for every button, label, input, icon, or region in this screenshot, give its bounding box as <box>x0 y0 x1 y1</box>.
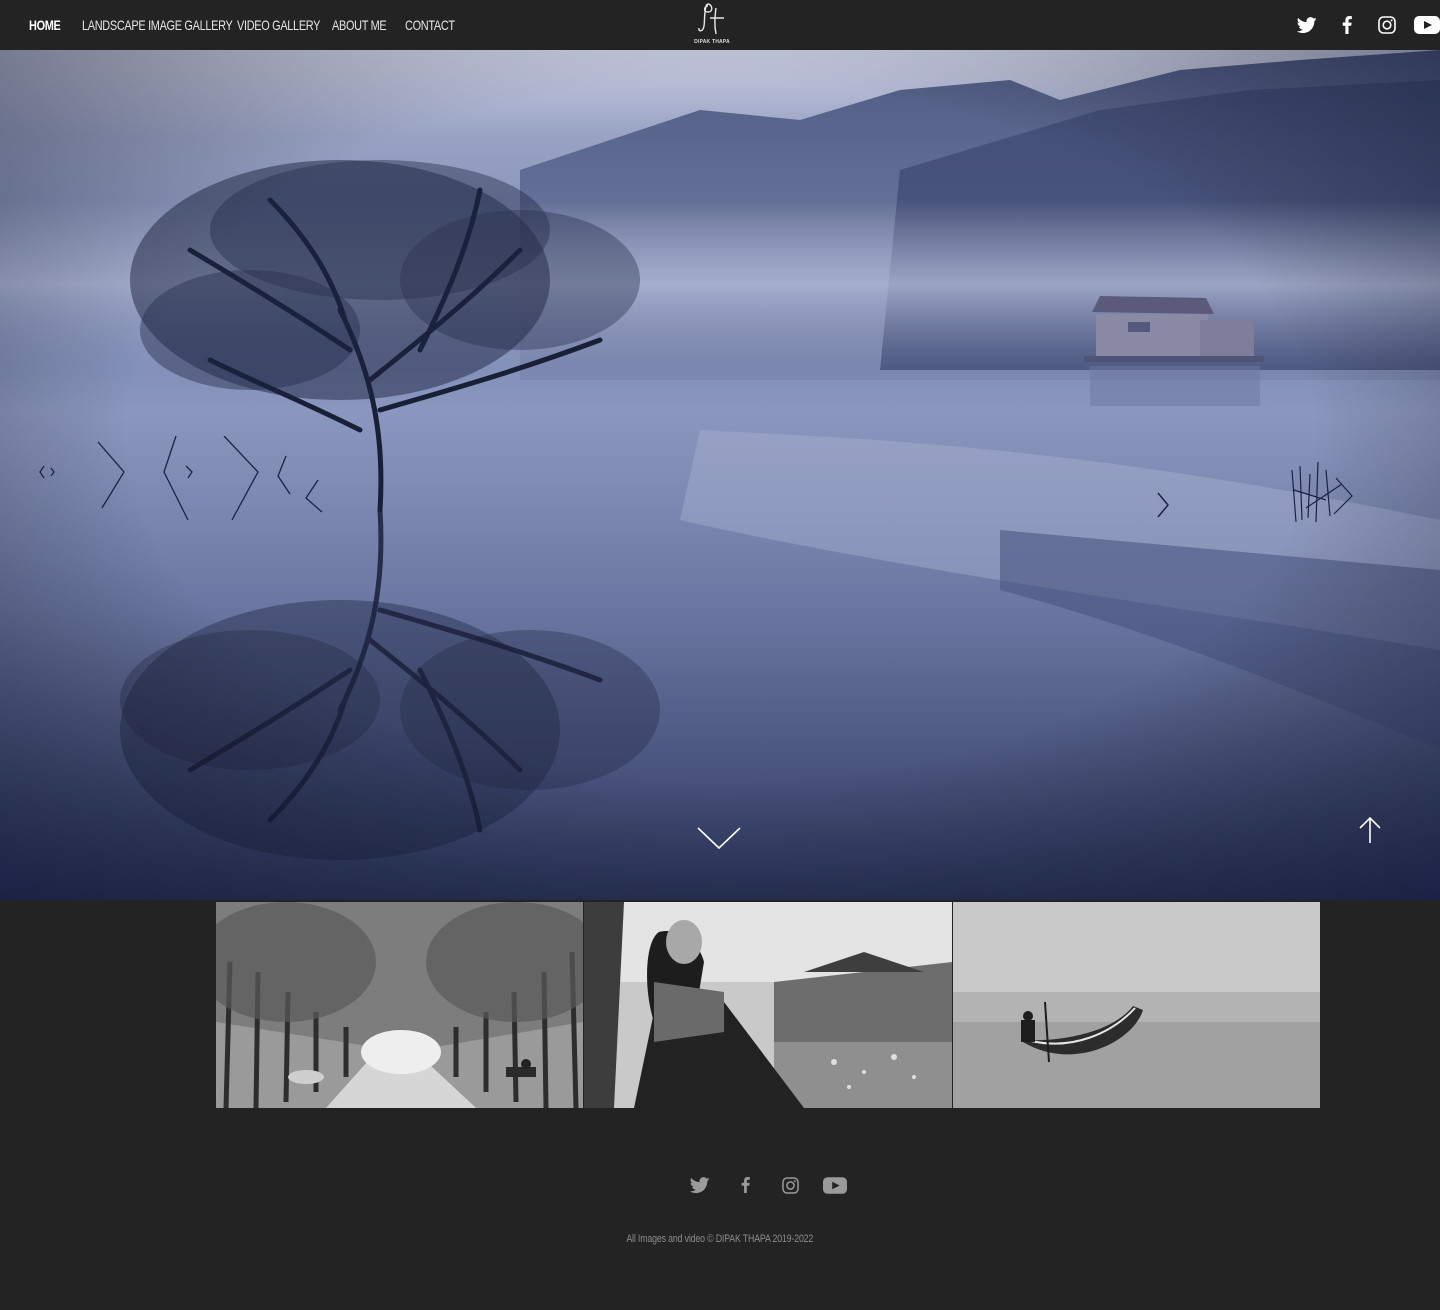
social-links-footer <box>686 1172 866 1198</box>
thumbnail-tree-road[interactable] <box>216 902 583 1108</box>
copyright-label: All Images and video © DIPAK THAPA 2019-… <box>626 1233 814 1245</box>
nav-item-video-gallery[interactable]: VIDEO GALLERY <box>237 17 320 33</box>
youtube-icon[interactable] <box>1414 12 1440 38</box>
logo-mark <box>698 3 724 35</box>
facebook-icon[interactable] <box>1334 12 1360 38</box>
top-bar: HOME LANDSCAPE IMAGE GALLERY VIDEO GALLE… <box>0 0 1440 50</box>
social-links-top <box>1280 12 1440 38</box>
chevron-down-icon[interactable] <box>696 826 742 852</box>
instagram-icon[interactable] <box>1374 12 1400 38</box>
copyright-text: All Images and video © DIPAK THAPA 2019-… <box>0 1233 1440 1245</box>
thumbnail-image <box>953 902 1320 1108</box>
twitter-icon[interactable] <box>686 1172 714 1198</box>
thumbnail-image <box>584 902 952 1108</box>
scroll-to-top-icon[interactable] <box>1358 816 1382 844</box>
thumbnail-woman-lake[interactable] <box>584 902 952 1108</box>
nav-item-about-me[interactable]: ABOUT ME <box>332 17 389 33</box>
prev-slide-controls[interactable] <box>36 436 336 526</box>
instagram-icon[interactable] <box>776 1172 804 1198</box>
main-nav: HOME LANDSCAPE IMAGE GALLERY VIDEO GALLE… <box>29 0 475 50</box>
thumbnail-strip <box>216 902 1320 1108</box>
youtube-icon[interactable] <box>821 1172 849 1198</box>
site-logo[interactable]: DIPAK THAPA <box>694 2 730 48</box>
nav-item-home[interactable]: HOME <box>29 17 70 33</box>
twitter-icon[interactable] <box>1294 12 1320 38</box>
nav-item-contact[interactable]: CONTACT <box>405 17 460 33</box>
reeds-icon <box>1291 461 1353 523</box>
thumbnail-boatman[interactable] <box>953 902 1320 1108</box>
nav-item-landscape-gallery[interactable]: LANDSCAPE IMAGE GALLERY <box>82 17 233 33</box>
thumbnail-image <box>216 902 583 1108</box>
facebook-icon[interactable] <box>731 1172 759 1198</box>
hero-slideshow <box>0 50 1440 900</box>
next-slide-arrow[interactable] <box>1156 492 1170 518</box>
logo-text: DIPAK THAPA <box>694 39 730 45</box>
